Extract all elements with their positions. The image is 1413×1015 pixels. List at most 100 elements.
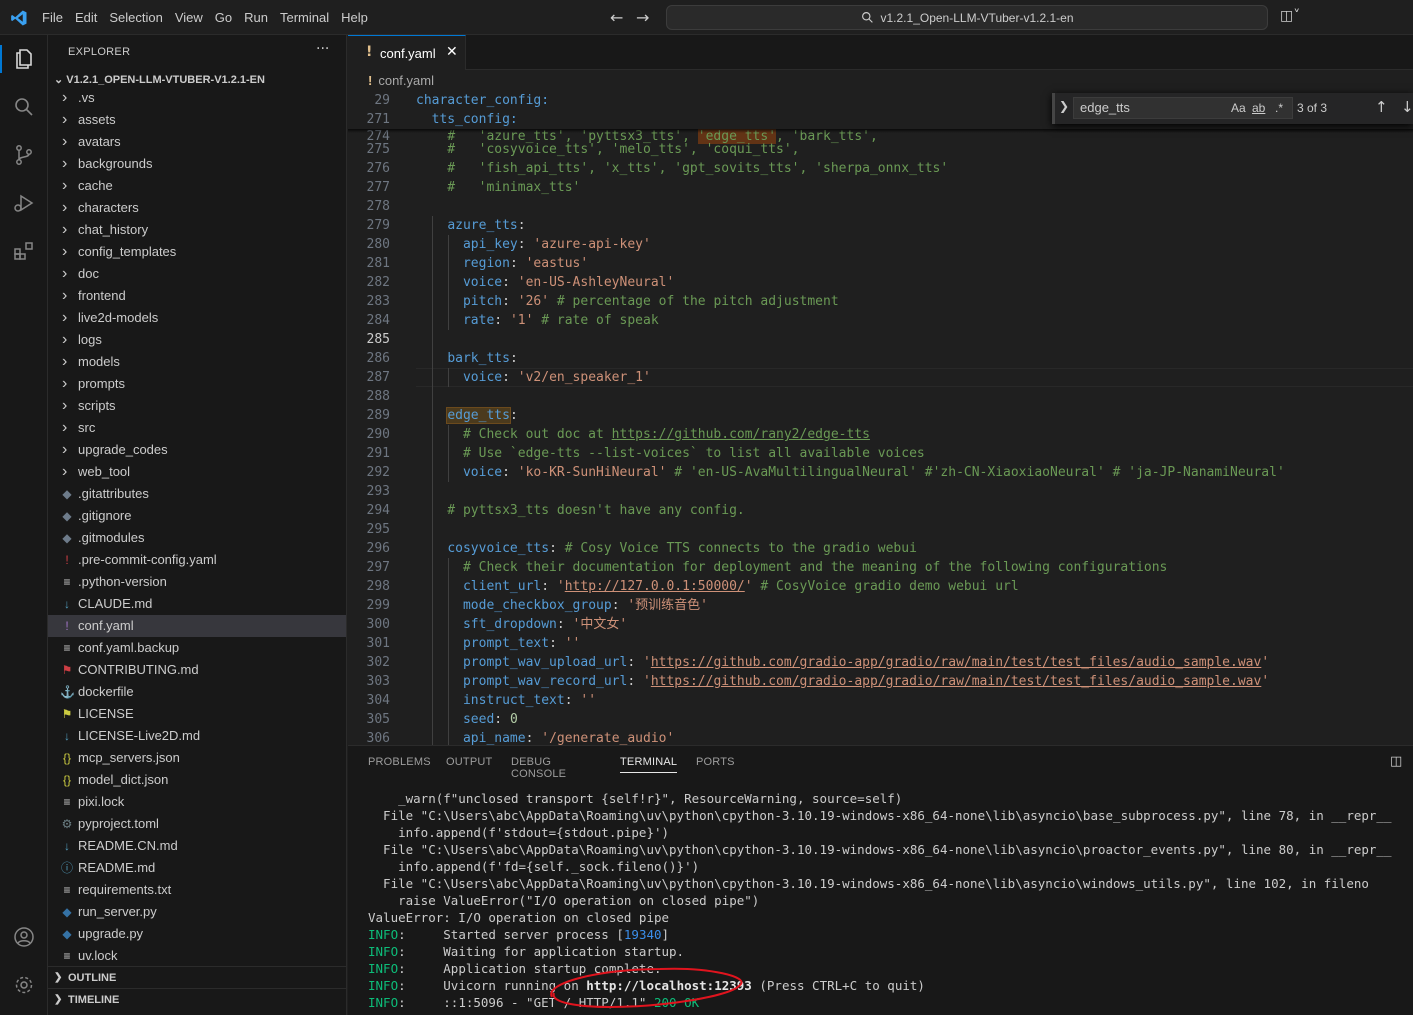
tree-folder[interactable]: › cache [48,175,346,197]
tree-folder[interactable]: › scripts [48,395,346,417]
terminal-output[interactable]: _warn(f"unclosed transport {self!r}", Re… [368,790,1413,1011]
tree-file[interactable]: ◆ .gitmodules [48,527,346,549]
menu-edit[interactable]: Edit [69,7,103,29]
tree-item-label: backgrounds [78,156,153,171]
menu-terminal[interactable]: Terminal [274,7,335,29]
info-icon: ⓘ [60,861,73,875]
menu-file[interactable]: File [36,7,69,29]
project-root-folder[interactable]: ⌄ V1.2.1_OPEN-LLM-VTUBER-V1.2.1-EN [54,73,265,86]
tree-file[interactable]: ↓ LICENSE-Live2D.md [48,725,346,747]
tree-file[interactable]: ≡ uv.lock [48,945,346,967]
chevron-right-icon: › [62,419,68,436]
tree-file[interactable]: ≡ .python-version [48,571,346,593]
run-debug-icon[interactable] [12,191,36,215]
tab-ports[interactable]: PORTS [696,756,735,768]
tree-file[interactable]: {} model_dict.json [48,769,346,791]
menu-help[interactable]: Help [335,7,374,29]
match-case-toggle[interactable]: Aa [1231,101,1246,115]
menu-go[interactable]: Go [209,7,238,29]
chevron-right-icon: › [62,309,68,326]
tree-folder[interactable]: › live2d-models [48,307,346,329]
tree-file[interactable]: ≡ conf.yaml.backup [48,637,346,659]
tree-folder[interactable]: › assets [48,109,346,131]
outline-label: OUTLINE [68,972,117,984]
terminal-line: File "C:\Users\abc\AppData\Roaming\uv\py… [368,808,1392,823]
tree-file[interactable]: ! conf.yaml [48,615,346,637]
tree-folder[interactable]: › backgrounds [48,153,346,175]
menu-run[interactable]: Run [238,7,274,29]
tree-file[interactable]: ↓ README.CN.md [48,835,346,857]
close-icon[interactable]: ✕ [446,44,458,60]
account-icon[interactable] [12,925,36,949]
tree-file[interactable]: ◆ upgrade.py [48,923,346,945]
tree-file[interactable]: ⚑ CONTRIBUTING.md [48,659,346,681]
tree-folder[interactable]: › prompts [48,373,346,395]
tab-output[interactable]: OUTPUT [446,756,492,768]
extensions-icon[interactable] [12,239,36,263]
search-icon[interactable] [12,95,36,119]
split-panel-icon[interactable]: ◫ [1390,754,1402,769]
tree-folder[interactable]: › models [48,351,346,373]
tree-folder[interactable]: › logs [48,329,346,351]
back-arrow-icon[interactable]: ← [610,8,623,27]
tree-folder[interactable]: › chat_history [48,219,346,241]
code-line: 285 [366,332,390,347]
terminal-line: INFO: Uvicorn running on http://localhos… [368,978,925,993]
outline-section[interactable]: ❯ OUTLINE [48,966,346,988]
tree-folder[interactable]: › avatars [48,131,346,153]
tree-file[interactable]: ⚓ dockerfile [48,681,346,703]
tab-conf-yaml[interactable]: ! conf.yaml ✕ [348,35,466,70]
tree-item-label: live2d-models [78,310,159,325]
tree-file[interactable]: {} mcp_servers.json [48,747,346,769]
more-actions-icon[interactable]: ··· [316,41,329,57]
explorer-files-icon[interactable] [12,47,36,71]
next-match-arrow-icon[interactable]: ↓ [1401,98,1413,116]
tree-folder[interactable]: › .vs [48,87,346,109]
tab-terminal[interactable]: TERMINAL [620,756,678,773]
tab-problems[interactable]: PROBLEMS [368,756,431,768]
code-line: 301 prompt_text: '' [366,636,581,651]
terminal-line: info.append(f'fd={self._sock.fileno()}') [368,859,700,874]
previous-match-arrow-icon[interactable]: ↑ [1375,98,1388,116]
breadcrumb[interactable]: ! conf.yaml [368,73,434,88]
tree-folder[interactable]: › config_templates [48,241,346,263]
python-icon: ◆ [62,927,72,941]
tree-file[interactable]: ≡ pixi.lock [48,791,346,813]
editor-group: ! conf.yaml ✕ ! conf.yaml 29 character_con… [348,35,1413,745]
tree-file[interactable]: ⚙ pyproject.toml [48,813,346,835]
tree-folder[interactable]: › frontend [48,285,346,307]
menu-selection[interactable]: Selection [103,7,168,29]
toggle-replace-chevron-icon[interactable]: ❯ [1059,99,1069,113]
tree-folder[interactable]: › characters [48,197,346,219]
tree-file[interactable]: ≡ requirements.txt [48,879,346,901]
tab-debug-console[interactable]: DEBUG CONSOLE [511,756,566,780]
text-file-icon: ≡ [63,641,71,655]
tree-folder[interactable]: › src [48,417,346,439]
indent-guide [432,216,433,745]
tree-folder[interactable]: › upgrade_codes [48,439,346,461]
tree-file[interactable]: ◆ .gitattributes [48,483,346,505]
tree-folder[interactable]: › doc [48,263,346,285]
tree-file[interactable]: ⚑ LICENSE [48,703,346,725]
code-line: 297 # Check their documentation for depl… [366,560,1168,575]
source-control-icon[interactable] [12,143,36,167]
code-editor[interactable]: 29 character_config: 271 tts_config: 274 … [348,91,1413,745]
regex-toggle[interactable]: .* [1275,101,1283,115]
tree-file[interactable]: ⓘ README.md [48,857,346,879]
tree-file[interactable]: ◆ .gitignore [48,505,346,527]
tree-item-label: models [78,354,120,369]
indent-guide [448,558,449,745]
search-icon [861,12,873,23]
settings-gear-icon[interactable] [12,973,36,997]
tree-folder[interactable]: › web_tool [48,461,346,483]
copilot-chat-icon[interactable]: ◫˅ [1280,8,1300,24]
timeline-section[interactable]: ❯ TIMELINE [48,988,346,1010]
menu-view[interactable]: View [169,7,209,29]
tree-file[interactable]: ◆ run_server.py [48,901,346,923]
whole-word-toggle[interactable]: ab [1252,101,1265,115]
forward-arrow-icon[interactable]: → [636,8,649,27]
code-line: 278 [366,199,390,214]
command-center-search[interactable]: v1.2.1_Open-LLM-VTuber-v1.2.1-en [666,5,1268,30]
tree-file[interactable]: ↓ CLAUDE.md [48,593,346,615]
tree-file[interactable]: ! .pre-commit-config.yaml [48,549,346,571]
